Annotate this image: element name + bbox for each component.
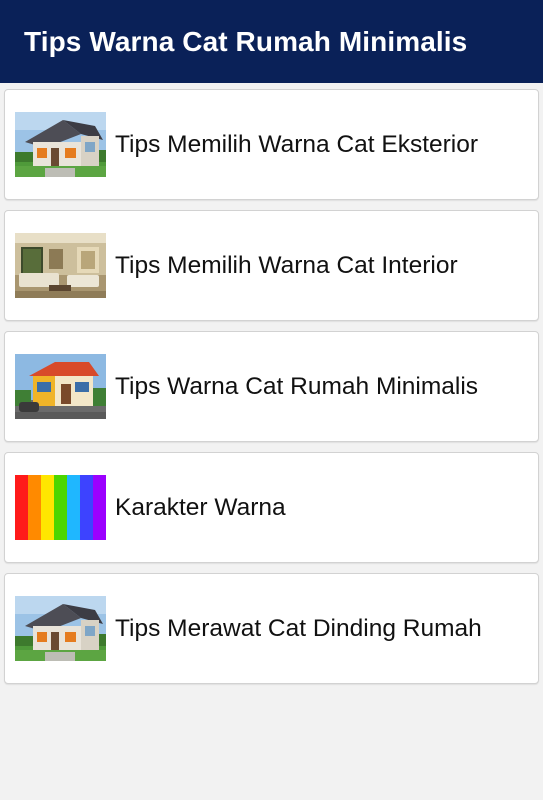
menu-item-interior[interactable]: Tips Memilih Warna Cat Interior [4, 210, 539, 321]
menu-item-karakter-warna[interactable]: Karakter Warna [4, 452, 539, 563]
menu-list: Tips Memilih Warna Cat Eksterior Tips Me… [4, 89, 539, 694]
app-title: Tips Warna Cat Rumah Minimalis [24, 25, 468, 57]
menu-item-label: Tips Memilih Warna Cat Interior [115, 251, 458, 279]
menu-item-label: Tips Memilih Warna Cat Eksterior [115, 130, 479, 158]
house-exterior-thumbnail [15, 596, 106, 661]
colorful-house-thumbnail [15, 354, 106, 419]
menu-item-merawat-cat[interactable]: Tips Merawat Cat Dinding Rumah [4, 573, 539, 684]
menu-item-minimalis[interactable]: Tips Warna Cat Rumah Minimalis [4, 331, 539, 442]
rainbow-stripes-thumbnail [15, 475, 106, 540]
menu-item-exterior[interactable]: Tips Memilih Warna Cat Eksterior [4, 89, 539, 200]
menu-item-label: Karakter Warna [115, 493, 286, 521]
house-exterior-thumbnail [15, 112, 106, 177]
app-bar: Tips Warna Cat Rumah Minimalis [0, 0, 543, 83]
living-room-thumbnail [15, 233, 106, 298]
menu-item-label: Tips Warna Cat Rumah Minimalis [115, 372, 479, 400]
menu-item-label: Tips Merawat Cat Dinding Rumah [115, 614, 482, 642]
